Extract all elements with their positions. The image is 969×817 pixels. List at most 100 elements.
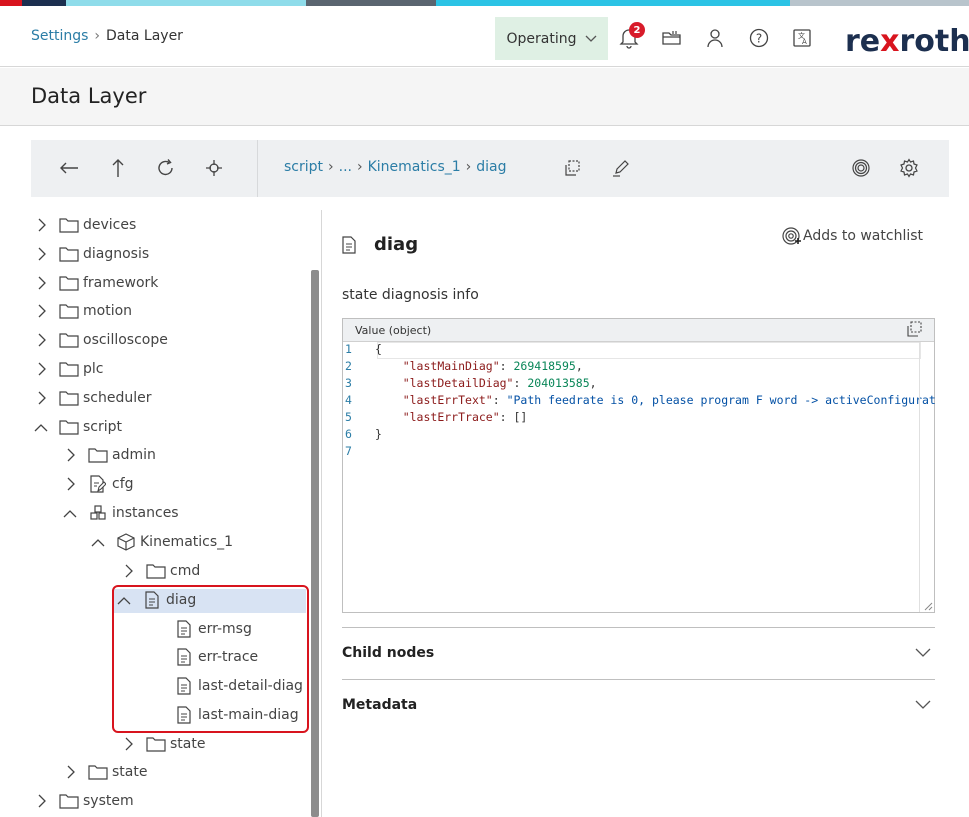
tree-item-label: framework xyxy=(83,275,159,291)
current-line-highlight xyxy=(377,342,921,359)
tree-item-label: admin xyxy=(112,447,156,463)
cube-icon xyxy=(116,532,136,552)
tree-item-framework[interactable]: framework xyxy=(31,269,158,297)
value-editor[interactable]: Value (object) 1{ 2 "lastMainDiag": 2694… xyxy=(342,318,936,613)
chevron-right-icon[interactable] xyxy=(31,794,51,808)
copy-value-icon[interactable] xyxy=(906,321,922,340)
tree-item-motion[interactable]: motion xyxy=(31,297,132,325)
data-layer-toolbar: script ›... › Kinematics_1 › diag xyxy=(31,140,949,197)
code-line: 3 "lastDetailDiag": 204013585, xyxy=(345,376,597,390)
tree-item-label: scheduler xyxy=(83,390,152,406)
tree-item-admin[interactable]: admin xyxy=(60,441,156,469)
watch-icon[interactable] xyxy=(849,156,873,180)
tree-item-scheduler[interactable]: scheduler xyxy=(31,384,152,412)
chevron-right-icon[interactable] xyxy=(60,477,80,491)
app-header: Settings › Data Layer Operating 2 ? 文A rex… xyxy=(0,6,969,67)
panel-splitter[interactable] xyxy=(321,210,322,817)
chevron-right-icon[interactable] xyxy=(31,362,51,376)
settings-gear-icon[interactable] xyxy=(897,156,921,180)
chevron-right-icon[interactable] xyxy=(31,247,51,261)
target-icon[interactable] xyxy=(202,156,226,180)
tree-item-kinematics-1[interactable]: Kinematics_1 xyxy=(88,528,233,556)
add-to-watchlist-button[interactable]: Adds to watchlist xyxy=(781,226,923,246)
tree-item-system[interactable]: system xyxy=(31,787,134,815)
watchlist-label: Adds to watchlist xyxy=(803,228,924,244)
path-ellipsis[interactable]: ... xyxy=(339,159,352,175)
user-icon[interactable] xyxy=(703,26,727,50)
chevron-right-icon[interactable] xyxy=(31,304,51,318)
editor-scrollbar[interactable] xyxy=(919,342,934,612)
path-segment-kinematics[interactable]: Kinematics_1 xyxy=(368,159,461,175)
tree-item-cfg[interactable]: cfg xyxy=(60,470,134,498)
operating-state-dropdown[interactable]: Operating xyxy=(495,17,608,60)
chevron-down-icon xyxy=(585,35,596,42)
toolbar-divider xyxy=(257,140,258,197)
code-line: 6} xyxy=(345,427,382,441)
tree-item-label: state xyxy=(170,736,206,752)
tree-item-oscilloscope[interactable]: oscilloscope xyxy=(31,326,168,354)
resize-handle-icon[interactable] xyxy=(923,601,933,611)
folder-icon xyxy=(59,388,79,408)
chevron-right-icon[interactable] xyxy=(31,218,51,232)
language-icon[interactable]: 文A xyxy=(790,26,814,50)
page-title: Data Layer xyxy=(31,84,147,108)
highlight-annotation-box xyxy=(112,585,309,733)
child-nodes-section[interactable]: Child nodes xyxy=(342,627,935,679)
code-line: 4 "lastErrText": "Path feedrate is 0, pl… xyxy=(345,393,936,407)
tree-item-plc[interactable]: plc xyxy=(31,355,103,383)
tree-item-label: oscilloscope xyxy=(83,332,168,348)
breadcrumb-separator: › xyxy=(94,28,101,44)
value-editor-header: Value (object) xyxy=(343,319,934,342)
breadcrumb-settings-link[interactable]: Settings xyxy=(31,28,88,44)
refresh-icon[interactable] xyxy=(154,156,178,180)
chevron-up-icon[interactable] xyxy=(31,423,51,432)
config-file-icon xyxy=(88,474,108,494)
notification-badge: 2 xyxy=(629,22,645,38)
node-description: state diagnosis info xyxy=(342,287,479,303)
breadcrumb-current: Data Layer xyxy=(106,28,183,44)
edit-icon[interactable] xyxy=(609,156,633,180)
tree-item-instances[interactable]: instances xyxy=(60,499,179,527)
folder-icon xyxy=(59,791,79,811)
tree-item-label: devices xyxy=(83,217,137,233)
copy-path-icon[interactable] xyxy=(560,156,584,180)
tree-item-state[interactable]: state xyxy=(118,730,205,758)
child-nodes-label: Child nodes xyxy=(342,645,435,661)
path-segment-diag[interactable]: diag xyxy=(476,159,506,175)
back-arrow-icon[interactable] xyxy=(57,156,81,180)
chevron-right-icon[interactable] xyxy=(118,564,138,578)
tree-item-label: state xyxy=(112,764,148,780)
tree-item-state[interactable]: state xyxy=(60,758,147,786)
chevron-right-icon[interactable] xyxy=(118,737,138,751)
help-icon[interactable]: ? xyxy=(747,26,771,50)
chevron-right-icon[interactable] xyxy=(31,333,51,347)
folder-icon xyxy=(59,330,79,350)
node-title-text: diag xyxy=(374,234,419,255)
tree-item-label: script xyxy=(83,419,123,435)
chevron-right-icon[interactable] xyxy=(60,765,80,779)
folder-icon xyxy=(59,359,79,379)
chevron-right-icon[interactable] xyxy=(60,448,80,462)
folder-open-icon[interactable] xyxy=(660,26,684,50)
metadata-section[interactable]: Metadata xyxy=(342,679,935,731)
up-arrow-icon[interactable] xyxy=(106,156,130,180)
chevron-right-icon[interactable] xyxy=(31,391,51,405)
node-title: diag xyxy=(342,234,418,255)
folder-icon xyxy=(59,244,79,264)
path-segment-script[interactable]: script xyxy=(284,159,323,175)
tree-item-cmd[interactable]: cmd xyxy=(118,557,200,585)
value-type-label: Value (object) xyxy=(355,324,432,337)
tree-item-devices[interactable]: devices xyxy=(31,211,136,239)
chevron-up-icon[interactable] xyxy=(60,509,80,518)
tree-item-label: system xyxy=(83,793,134,809)
instances-icon xyxy=(88,503,108,523)
tree-item-label: Kinematics_1 xyxy=(140,534,234,550)
folder-icon xyxy=(88,762,108,782)
tree-item-script[interactable]: script xyxy=(31,413,122,441)
chevron-up-icon[interactable] xyxy=(88,538,108,547)
chevron-down-icon xyxy=(915,700,931,709)
chevron-right-icon[interactable] xyxy=(31,276,51,290)
tree-scrollbar[interactable] xyxy=(311,270,319,817)
tree-item-diagnosis[interactable]: diagnosis xyxy=(31,240,149,268)
node-path-breadcrumb: script ›... › Kinematics_1 › diag xyxy=(284,159,507,175)
